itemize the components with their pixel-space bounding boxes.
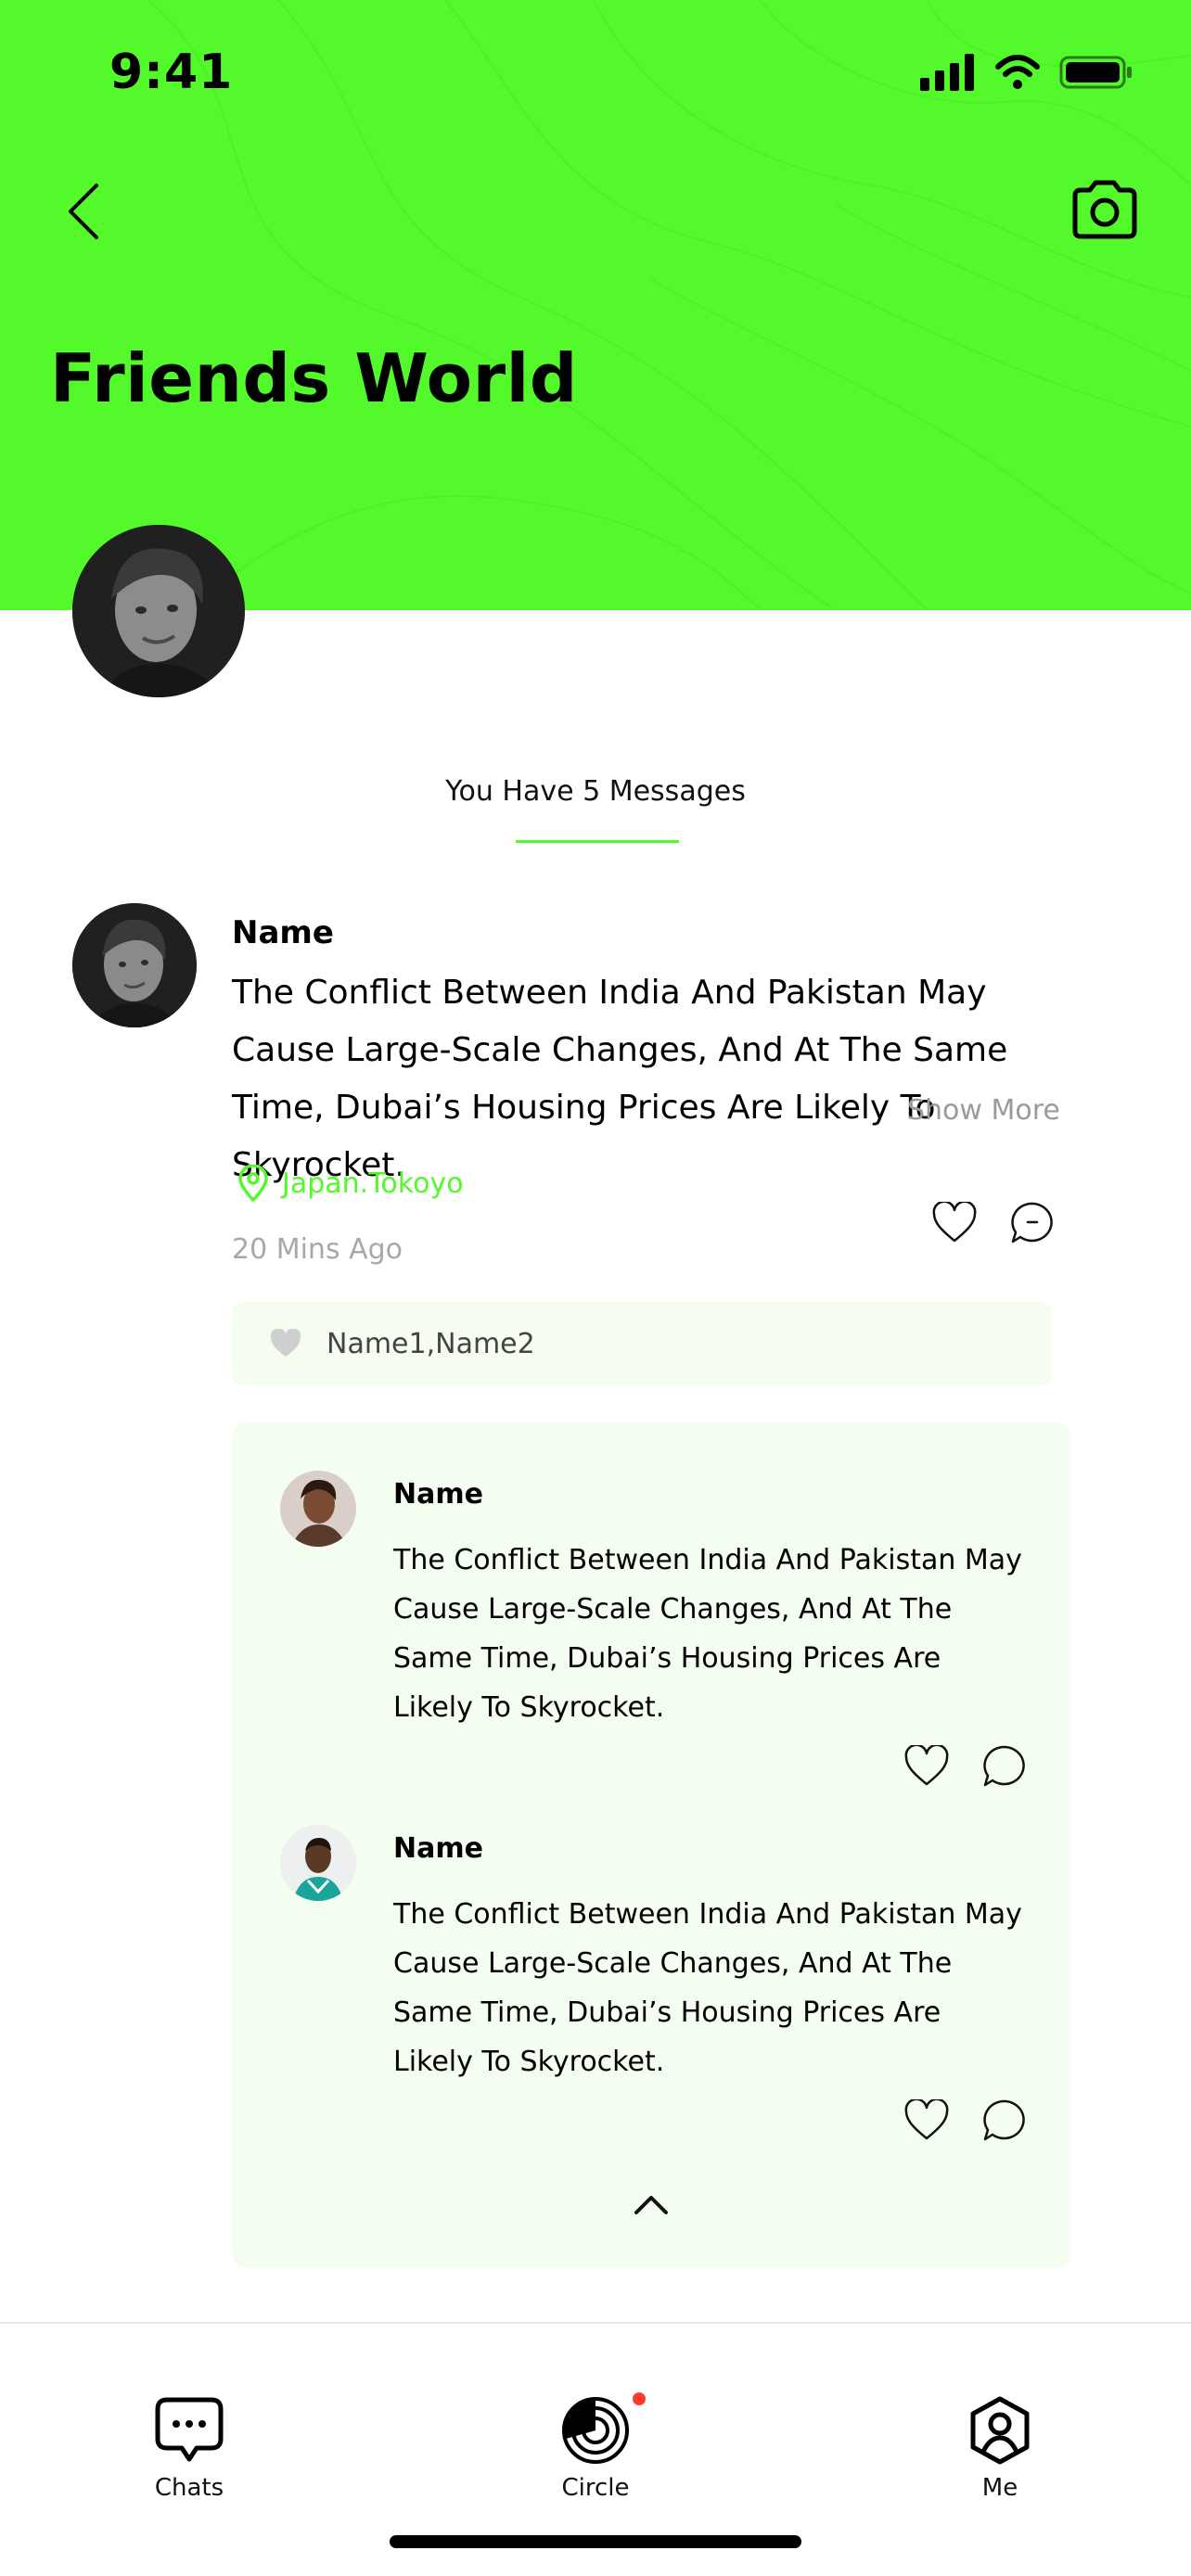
back-button[interactable]	[56, 174, 111, 249]
messages-count: You Have 5 Messages	[445, 775, 746, 808]
post-actions	[929, 1198, 1057, 1248]
commenter-photo	[280, 1471, 356, 1547]
post-body: The Conflict Between India And Pakistan …	[232, 974, 1008, 1184]
tab-me[interactable]: Me	[926, 2396, 1074, 2502]
heart-filled-icon	[270, 1329, 301, 1357]
comment-bubble-icon	[983, 1745, 1025, 1787]
comment-reply-button[interactable]	[980, 1741, 1030, 1792]
user-icon	[970, 2396, 1030, 2465]
commenter-photo	[280, 1825, 356, 1901]
camera-button[interactable]	[1065, 172, 1145, 247]
tab-bar-divider	[0, 2322, 1191, 2324]
show-more-link[interactable]: Show More	[907, 1094, 1060, 1127]
heart-icon	[932, 1202, 977, 1243]
post-author-photo	[72, 903, 197, 1027]
comment-author-name[interactable]: Name	[393, 1478, 483, 1511]
collapse-comments-button[interactable]	[623, 2181, 679, 2227]
comments-panel: Name The Conflict Between India And Paki…	[232, 1422, 1070, 2268]
notification-dot	[633, 2392, 646, 2405]
messages-underline	[516, 840, 679, 843]
signal-icon	[920, 54, 974, 91]
chevron-up-icon	[634, 2196, 668, 2214]
heart-icon	[904, 2099, 949, 2140]
header-banner: 9:41 Friends World	[0, 0, 1191, 610]
tab-chats-label: Chats	[154, 2474, 224, 2502]
tab-circle[interactable]: Circle	[521, 2396, 670, 2502]
post-author-name[interactable]: Name	[232, 914, 334, 951]
comment-like-button[interactable]	[902, 2096, 952, 2146]
battery-icon	[1059, 56, 1132, 89]
comment-bubble-icon	[983, 2099, 1025, 2141]
chevron-left-icon	[69, 184, 98, 239]
comment-body: The Conflict Between India And Pakistan …	[393, 1544, 1022, 1724]
page-title: Friends World	[50, 339, 578, 417]
status-bar: 9:41	[0, 0, 1191, 148]
likes-names: Name1,Name2	[327, 1327, 535, 1360]
comment-body: The Conflict Between India And Pakistan …	[393, 1898, 1022, 2078]
post-like-button[interactable]	[929, 1198, 980, 1248]
comment-author-name[interactable]: Name	[393, 1832, 483, 1865]
camera-icon	[1072, 180, 1137, 239]
comment-bubble-icon	[1011, 1202, 1053, 1243]
comment-avatar[interactable]	[280, 1825, 356, 1901]
status-time: 9:41	[109, 45, 234, 100]
comment-avatar[interactable]	[280, 1471, 356, 1547]
tab-chats[interactable]: Chats	[115, 2396, 263, 2502]
post-avatar[interactable]	[72, 903, 197, 1027]
comment-like-button[interactable]	[902, 1741, 952, 1792]
location-pin-icon	[238, 1165, 268, 1202]
home-indicator[interactable]	[390, 2535, 801, 2548]
comment-actions	[902, 2096, 1030, 2146]
post-location[interactable]: Japan.Tokoyo	[237, 1165, 464, 1202]
likes-bar[interactable]: Name1,Name2	[232, 1302, 1052, 1385]
profile-photo	[72, 525, 245, 697]
heart-icon	[904, 1745, 949, 1786]
tab-circle-label: Circle	[561, 2474, 630, 2502]
profile-avatar[interactable]	[72, 525, 245, 697]
post-comment-button[interactable]	[1007, 1198, 1057, 1248]
status-icons	[920, 54, 1133, 91]
comment-actions	[902, 1741, 1030, 1792]
tab-me-label: Me	[981, 2474, 1018, 2502]
comment-reply-button[interactable]	[980, 2096, 1030, 2146]
post-time: 20 Mins Ago	[232, 1233, 403, 1266]
circle-icon	[562, 2397, 629, 2464]
wifi-icon	[995, 55, 1040, 89]
location-text: Japan.Tokoyo	[282, 1167, 464, 1200]
chat-bubble-icon	[155, 2397, 224, 2462]
